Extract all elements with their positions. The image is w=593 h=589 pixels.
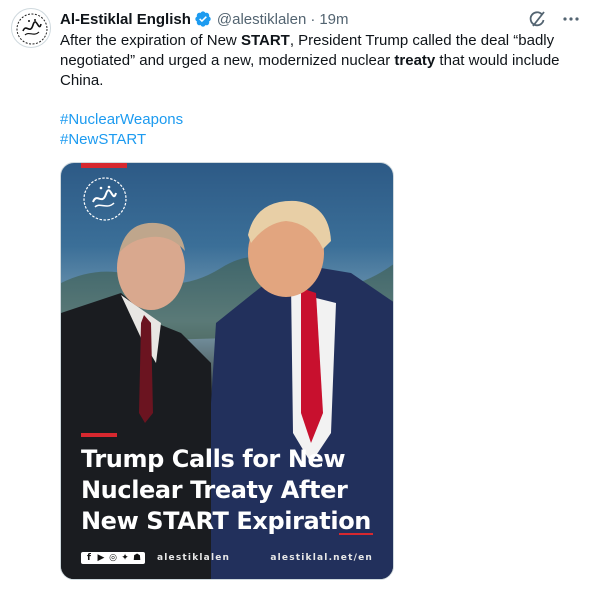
hashtags: #NuclearWeapons #NewSTART bbox=[60, 110, 183, 150]
timestamp[interactable]: 19m bbox=[319, 11, 348, 28]
footer-handle: alestiklalen bbox=[157, 553, 231, 563]
tweet-text-part: After the expiration of New bbox=[60, 32, 241, 49]
avatar[interactable] bbox=[11, 8, 51, 48]
image-headline: Trump Calls for New Nuclear Treaty After… bbox=[81, 444, 381, 537]
tweet-text-bold: treaty bbox=[394, 52, 436, 69]
facebook-icon: f bbox=[87, 553, 91, 563]
social-icons: f ▶ ◎ ✦ ☗ bbox=[81, 552, 145, 564]
tweet-text-bold: START bbox=[240, 32, 290, 49]
separator-dot: · bbox=[310, 10, 316, 28]
tweet-media-image[interactable]: Trump Calls for New Nuclear Treaty After… bbox=[60, 162, 394, 580]
tweet-text: After the expiration of New START, Presi… bbox=[60, 31, 575, 91]
hashtag-link[interactable]: #NuclearWeapons bbox=[60, 110, 183, 130]
author-name[interactable]: Al-Estiklal English bbox=[60, 11, 191, 28]
instagram-icon: ◎ bbox=[109, 553, 117, 563]
more-options-icon[interactable] bbox=[561, 9, 581, 29]
al-estiklal-logo-icon bbox=[81, 175, 129, 223]
tweet-header: Al-Estiklal English @alestiklalen · 19m bbox=[60, 9, 581, 29]
accent-bar bbox=[81, 163, 127, 168]
snapchat-icon: ☗ bbox=[132, 553, 142, 563]
grok-icon[interactable] bbox=[527, 9, 547, 29]
accent-bar bbox=[339, 533, 373, 535]
headline-line: Nuclear Treaty After bbox=[81, 476, 348, 504]
headline-line: New START Expiration bbox=[81, 507, 371, 535]
verified-badge-icon bbox=[194, 10, 212, 28]
image-footer: f ▶ ◎ ✦ ☗ alestiklalen alestiklal.net/en bbox=[81, 551, 373, 565]
footer-site: alestiklal.net/en bbox=[270, 553, 373, 563]
author-handle[interactable]: @alestiklalen bbox=[217, 11, 306, 28]
headline-line: Trump Calls for New bbox=[81, 445, 346, 473]
youtube-icon: ▶ bbox=[97, 553, 105, 563]
accent-bar bbox=[81, 433, 117, 437]
twitter-icon: ✦ bbox=[121, 553, 129, 563]
hashtag-link[interactable]: #NewSTART bbox=[60, 130, 183, 150]
